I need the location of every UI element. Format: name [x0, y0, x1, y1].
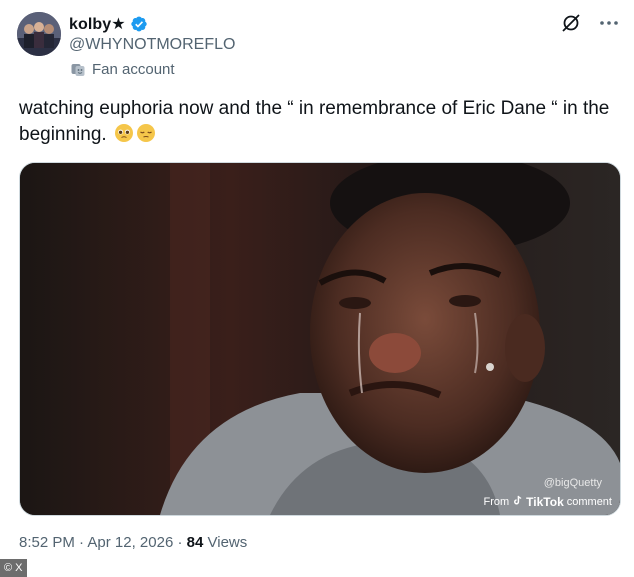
affiliation-text: Fan account	[92, 61, 175, 78]
theater-masks-icon	[70, 62, 86, 78]
affiliation-label: Fan account	[70, 61, 175, 78]
user-handle[interactable]: @WHYNOTMOREFLO	[69, 36, 235, 54]
views-count[interactable]: 84	[187, 534, 204, 551]
user-name-row: kolby★	[69, 14, 148, 34]
tweet-card: kolby★ @WHYNOTMOREFLO Fan account watchi…	[0, 0, 634, 577]
tiktok-watermark: From TikTok comment	[484, 495, 613, 509]
views-label: Views	[207, 534, 248, 551]
watermark-from: From	[483, 496, 510, 508]
tweet-top-actions	[560, 12, 620, 34]
tweet-time[interactable]: 8:52 PM	[19, 534, 75, 551]
pensive-face-emoji-icon	[136, 123, 156, 143]
image-credit: © X	[0, 559, 27, 577]
avatar[interactable]	[17, 12, 61, 56]
tweet-date[interactable]: Apr 12, 2026	[87, 534, 173, 551]
verified-badge-icon	[130, 15, 148, 33]
pleading-face-emoji-icon	[114, 123, 134, 143]
more-options-icon[interactable]	[598, 12, 620, 34]
watermark-brand: TikTok	[526, 495, 564, 509]
tweet-text: watching euphoria now and the “ in remem…	[19, 96, 619, 148]
tiktok-username-watermark: @bigQuetty	[543, 477, 602, 489]
display-name[interactable]: kolby★	[69, 14, 126, 34]
crying-man-photo	[20, 163, 620, 515]
meta-separator: ·	[79, 534, 85, 551]
tweet-media-image[interactable]: @bigQuetty From TikTok comment	[19, 162, 621, 516]
tweet-body: watching euphoria now and the “ in remem…	[19, 98, 610, 145]
tiktok-logo-icon	[512, 495, 523, 509]
watermark-suffix: comment	[566, 496, 612, 508]
meta-separator-2: ·	[177, 534, 183, 551]
grok-icon[interactable]	[560, 12, 582, 34]
tweet-meta: 8:52 PM · Apr 12, 2026 · 84 Views	[19, 534, 247, 551]
